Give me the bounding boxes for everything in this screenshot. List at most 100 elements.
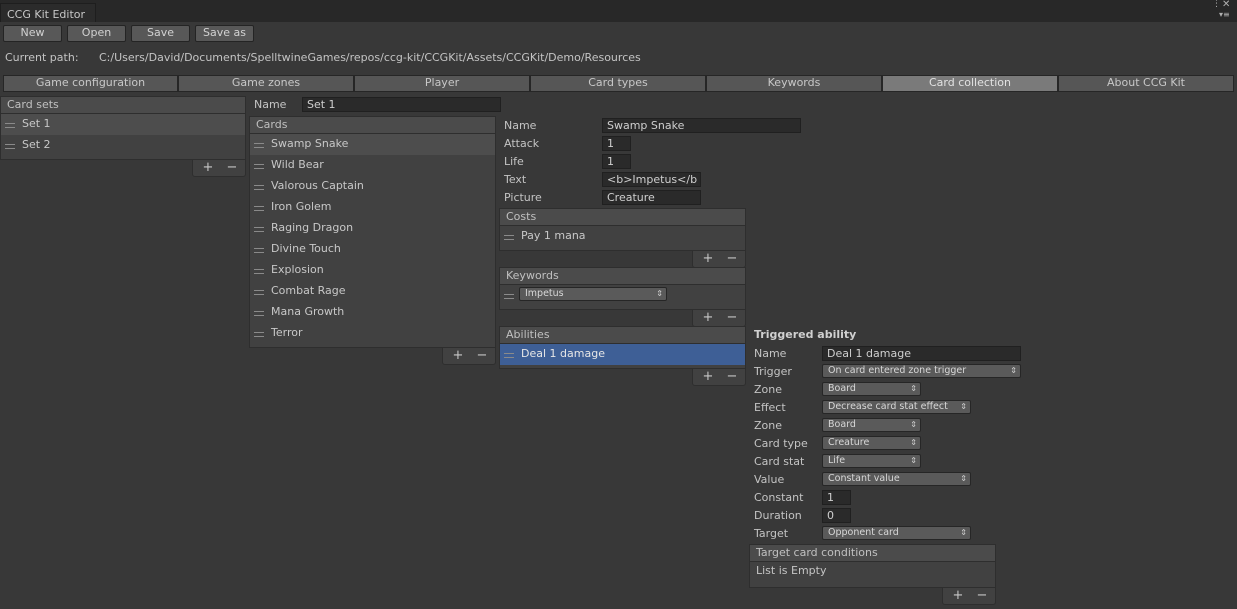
add-icon[interactable]: +: [701, 251, 715, 267]
target-conditions-footer: + −: [942, 588, 996, 605]
drag-handle-icon[interactable]: [254, 290, 264, 295]
list-item[interactable]: Deal 1 damage: [500, 344, 745, 365]
constant-field[interactable]: 1: [822, 490, 851, 505]
drag-handle-icon[interactable]: [5, 144, 15, 149]
list-item[interactable]: Combat Rage: [250, 281, 495, 302]
dropdown-arrow-icon: ⇕: [656, 289, 663, 298]
close-icon[interactable]: ✕: [1222, 0, 1234, 10]
window-tab[interactable]: CCG Kit Editor: [0, 3, 96, 22]
effect-dropdown[interactable]: Decrease card stat effect ⇕: [822, 400, 971, 414]
drag-handle-icon[interactable]: [254, 227, 264, 232]
tab-game-configuration[interactable]: Game configuration: [3, 75, 178, 92]
tab-card-collection[interactable]: Card collection: [882, 75, 1058, 92]
set-name-field[interactable]: Set 1: [302, 97, 501, 112]
drag-handle-icon[interactable]: [254, 311, 264, 316]
list-item[interactable]: Swamp Snake: [250, 134, 495, 155]
list-item[interactable]: Valorous Captain: [250, 176, 495, 197]
drag-handle-icon[interactable]: [254, 164, 264, 169]
target-conditions-header: Target card conditions: [749, 544, 996, 562]
zone-label: Zone: [754, 383, 783, 396]
drag-handle-icon[interactable]: [504, 353, 514, 358]
tab-game-zones[interactable]: Game zones: [178, 75, 354, 92]
add-icon[interactable]: +: [701, 310, 715, 326]
effect-zone-dropdown[interactable]: Board ⇕: [822, 418, 921, 432]
card-stat-dropdown[interactable]: Life ⇕: [822, 454, 921, 468]
list-item-label: Explosion: [271, 263, 324, 276]
list-item-label: Pay 1 mana: [521, 229, 586, 242]
ability-name-field[interactable]: Deal 1 damage: [822, 346, 1021, 361]
drag-handle-icon[interactable]: [5, 123, 15, 128]
list-item[interactable]: Pay 1 mana: [500, 226, 745, 247]
drag-handle-icon[interactable]: [254, 248, 264, 253]
add-icon[interactable]: +: [201, 160, 215, 176]
list-item-label: Divine Touch: [271, 242, 341, 255]
list-item[interactable]: Set 1: [1, 114, 245, 135]
dropdown-arrow-icon: ⇕: [910, 438, 917, 447]
attack-field[interactable]: 1: [602, 136, 631, 151]
keyword-dropdown[interactable]: Impetus ⇕: [519, 287, 667, 301]
list-item[interactable]: Terror: [250, 323, 495, 344]
target-dropdown-value: Opponent card: [828, 527, 899, 538]
effect-dropdown-value: Decrease card stat effect: [828, 401, 948, 412]
remove-icon[interactable]: −: [725, 251, 739, 267]
cards-header: Cards: [249, 116, 496, 134]
drag-handle-icon[interactable]: [254, 269, 264, 274]
kebab-menu-icon[interactable]: ⋮: [1212, 0, 1222, 10]
drag-handle-icon[interactable]: [254, 185, 264, 190]
costs-list: Pay 1 mana: [499, 226, 746, 251]
card-type-label: Card type: [754, 437, 808, 450]
drag-handle-icon[interactable]: [254, 206, 264, 211]
trigger-label: Trigger: [754, 365, 792, 378]
picture-field[interactable]: Creature: [602, 190, 701, 205]
card-type-dropdown[interactable]: Creature ⇕: [822, 436, 921, 450]
remove-icon[interactable]: −: [725, 310, 739, 326]
save-as-button[interactable]: Save as: [195, 25, 254, 42]
new-button[interactable]: New: [3, 25, 62, 42]
list-item-label: Terror: [271, 326, 303, 339]
list-item[interactable]: Mana Growth: [250, 302, 495, 323]
open-button[interactable]: Open: [67, 25, 126, 42]
trigger-dropdown[interactable]: On card entered zone trigger ⇕: [822, 364, 1021, 378]
list-item[interactable]: Raging Dragon: [250, 218, 495, 239]
empty-list-text: List is Empty: [756, 564, 827, 577]
text-field[interactable]: <b>Impetus</b: [602, 172, 701, 187]
duration-field[interactable]: 0: [822, 508, 851, 523]
target-dropdown[interactable]: Opponent card ⇕: [822, 526, 971, 540]
window-menu-icon[interactable]: ▾≡: [1219, 11, 1231, 21]
tab-card-types[interactable]: Card types: [530, 75, 706, 92]
remove-icon[interactable]: −: [475, 348, 489, 364]
list-item[interactable]: Wild Bear: [250, 155, 495, 176]
card-name-field[interactable]: Swamp Snake: [602, 118, 801, 133]
tab-keywords[interactable]: Keywords: [706, 75, 882, 92]
effect-label: Effect: [754, 401, 786, 414]
remove-icon[interactable]: −: [225, 160, 239, 176]
remove-icon[interactable]: −: [975, 588, 989, 604]
list-item-label: Set 2: [22, 138, 51, 151]
save-button[interactable]: Save: [131, 25, 190, 42]
add-icon[interactable]: +: [951, 588, 965, 604]
tab-about-ccg-kit[interactable]: About CCG Kit: [1058, 75, 1234, 92]
card-sets-footer: + −: [192, 160, 246, 177]
effect-zone-label: Zone: [754, 419, 783, 432]
keywords-footer: + −: [692, 310, 746, 327]
card-stat-dropdown-value: Life: [828, 455, 846, 466]
list-item-label: Mana Growth: [271, 305, 345, 318]
set-name-label: Name: [254, 98, 287, 111]
list-item[interactable]: Divine Touch: [250, 239, 495, 260]
tab-player[interactable]: Player: [354, 75, 530, 92]
list-item-label: Valorous Captain: [271, 179, 364, 192]
list-item[interactable]: Set 2: [1, 135, 245, 156]
list-item[interactable]: Explosion: [250, 260, 495, 281]
drag-handle-icon[interactable]: [254, 332, 264, 337]
abilities-footer: + −: [692, 369, 746, 386]
add-icon[interactable]: +: [451, 348, 465, 364]
life-field[interactable]: 1: [602, 154, 631, 169]
zone-dropdown[interactable]: Board ⇕: [822, 382, 921, 396]
drag-handle-icon[interactable]: [504, 235, 514, 240]
value-dropdown[interactable]: Constant value ⇕: [822, 472, 971, 486]
remove-icon[interactable]: −: [725, 369, 739, 385]
add-icon[interactable]: +: [701, 369, 715, 385]
list-item[interactable]: Iron Golem: [250, 197, 495, 218]
drag-handle-icon[interactable]: [254, 143, 264, 148]
drag-handle-icon[interactable]: [504, 294, 514, 299]
